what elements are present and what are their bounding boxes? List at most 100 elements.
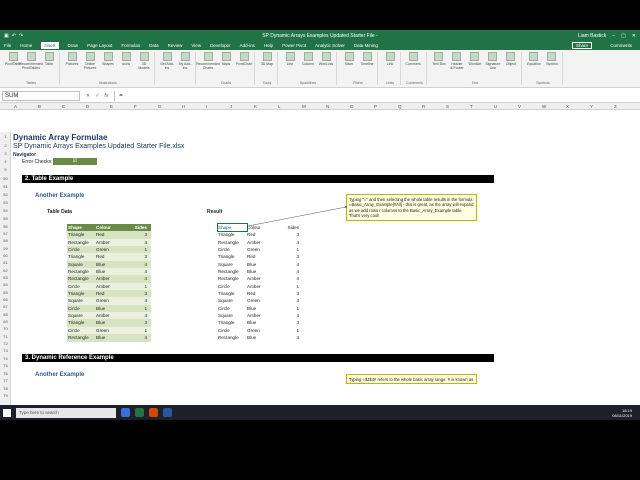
column-header[interactable]: M <box>302 104 306 109</box>
column-header[interactable]: C <box>62 104 65 109</box>
tab-data[interactable]: Data <box>149 43 159 48</box>
ribbon-button[interactable]: Object <box>504 52 518 81</box>
ribbon-button[interactable]: My Add-ins <box>178 52 192 85</box>
ribbon-button[interactable]: Table <box>42 52 56 81</box>
ribbon-button[interactable]: Slicer <box>342 52 356 81</box>
column-header[interactable]: F <box>134 104 137 109</box>
tab-power-pivot[interactable]: Power Pivot <box>282 43 306 48</box>
ribbon-button[interactable]: Timeline <box>360 52 374 81</box>
tab-draw[interactable]: Draw <box>68 43 79 48</box>
ribbon-button[interactable]: Line <box>283 52 297 81</box>
tab-review[interactable]: Review <box>168 43 183 48</box>
ribbon-button[interactable]: Icons <box>119 52 133 81</box>
ribbon-button[interactable]: Symbol <box>545 52 559 81</box>
powerpoint-icon[interactable] <box>149 408 158 417</box>
excel-icon[interactable] <box>135 408 144 417</box>
ribbon-button[interactable]: Online Pictures <box>83 52 97 81</box>
ribbon-button[interactable]: Signature Line <box>485 52 501 81</box>
ribbon-button[interactable]: Comment <box>405 52 421 81</box>
tab-file[interactable]: File <box>4 43 11 48</box>
ribbon-button-label: 3D Models <box>138 62 150 70</box>
ribbon-button[interactable]: Get Add-ins <box>160 52 174 85</box>
ribbon-button[interactable]: Recommended PivotTables <box>19 52 43 81</box>
ribbon-button[interactable]: Pictures <box>65 52 79 81</box>
ribbon-button-label: Signature Line <box>485 62 501 70</box>
cancel-icon[interactable]: ✕ <box>86 93 90 99</box>
column-header[interactable]: J <box>230 104 232 109</box>
ribbon-button[interactable]: PivotChart <box>236 52 252 81</box>
save-icon[interactable]: ▣ <box>4 33 9 39</box>
name-box[interactable]: SUM <box>2 91 80 101</box>
column-header[interactable]: Y <box>590 104 593 109</box>
tab-view[interactable]: View <box>191 43 201 48</box>
worksheet-grid[interactable]: 1 2 3 4 5 50 51 52 53 54 55 56 57 58 59 60 61 62 63 64 65 66 6… <box>0 132 640 408</box>
tab-add-ins[interactable]: Add-ins <box>240 43 255 48</box>
ribbon-button-icon <box>488 52 498 61</box>
column-header[interactable]: V <box>518 104 521 109</box>
tab-analytic-solver[interactable]: Analytic Solver <box>315 43 345 48</box>
ribbon-group-label: Text <box>471 81 479 85</box>
ribbon-button[interactable]: Text Box <box>432 52 446 81</box>
column-header[interactable]: I <box>206 104 207 109</box>
column-header[interactable]: O <box>350 104 354 109</box>
tab-page-layout[interactable]: Page Layout <box>87 43 112 48</box>
ribbon-button[interactable]: Recommended Charts <box>196 52 220 81</box>
ribbon-button[interactable]: 3D Map <box>260 52 274 81</box>
share-button[interactable]: Share <box>571 42 592 49</box>
tab-insert[interactable]: Insert <box>41 42 59 49</box>
close-icon[interactable]: ✕ <box>632 33 636 39</box>
column-header[interactable]: H <box>182 104 185 109</box>
column-header[interactable]: P <box>374 104 377 109</box>
windows-start-icon[interactable] <box>3 408 11 417</box>
column-header[interactable]: W <box>542 104 546 109</box>
column-header[interactable]: Q <box>398 104 402 109</box>
comments-button[interactable]: Comments <box>610 43 632 48</box>
ribbon-button[interactable]: Header & Footer <box>450 52 464 81</box>
ribbon-group-4: 3D Map Tours <box>257 52 278 85</box>
redo-icon[interactable]: ↷ <box>19 33 23 39</box>
ribbon-button-label: Table <box>44 62 54 66</box>
ribbon-button-icon <box>26 52 36 61</box>
ribbon-button[interactable]: Equation <box>527 52 541 81</box>
user-name[interactable]: Liam Bastick <box>578 33 606 39</box>
undo-icon[interactable]: ↶ <box>12 33 16 39</box>
column-header[interactable]: A <box>14 104 17 109</box>
tab-formulas[interactable]: Formulas <box>121 43 140 48</box>
ribbon-button[interactable]: Column <box>301 52 315 81</box>
ribbon-button[interactable]: Win/Loss <box>319 52 333 81</box>
ribbon-button[interactable]: 3D Models <box>137 52 151 81</box>
column-header[interactable]: R <box>422 104 425 109</box>
insert-function-icon[interactable]: fx <box>104 93 108 99</box>
ribbon-button[interactable]: PivotTable <box>5 52 21 81</box>
word-icon[interactable] <box>163 408 172 417</box>
column-header[interactable]: U <box>494 104 497 109</box>
column-header[interactable]: B <box>38 104 41 109</box>
file-explorer-icon[interactable] <box>121 408 130 417</box>
column-header[interactable]: D <box>86 104 89 109</box>
tab-help[interactable]: Help <box>264 43 273 48</box>
minimize-icon[interactable]: – <box>612 33 615 39</box>
maximize-icon[interactable]: ▢ <box>621 33 626 39</box>
tab-home[interactable]: Home <box>20 43 32 48</box>
column-header[interactable]: L <box>278 104 281 109</box>
column-header[interactable]: G <box>158 104 162 109</box>
column-header[interactable]: Z <box>614 104 617 109</box>
ribbon-button-label: Timeline <box>360 62 374 66</box>
tab-developer[interactable]: Developer <box>210 43 231 48</box>
enter-icon[interactable]: ✓ <box>95 93 99 99</box>
column-header[interactable]: T <box>470 104 473 109</box>
column-header[interactable]: K <box>254 104 257 109</box>
ribbon-button[interactable]: Shapes <box>101 52 115 81</box>
taskbar-search[interactable]: Type here to search <box>16 407 116 418</box>
column-header[interactable]: X <box>566 104 569 109</box>
ribbon-group-label: Tours <box>262 81 272 85</box>
ribbon-button[interactable]: WordArt <box>468 52 482 81</box>
column-header[interactable]: E <box>110 104 113 109</box>
column-header[interactable]: S <box>446 104 449 109</box>
column-header[interactable]: N <box>326 104 329 109</box>
ribbon-button[interactable]: Maps <box>219 52 233 81</box>
ribbon-button[interactable]: Link <box>383 52 397 81</box>
ribbon-button-icon <box>162 52 172 61</box>
formula-input[interactable]: = <box>114 91 640 101</box>
tab-data-mining[interactable]: Data Mining <box>354 43 378 48</box>
